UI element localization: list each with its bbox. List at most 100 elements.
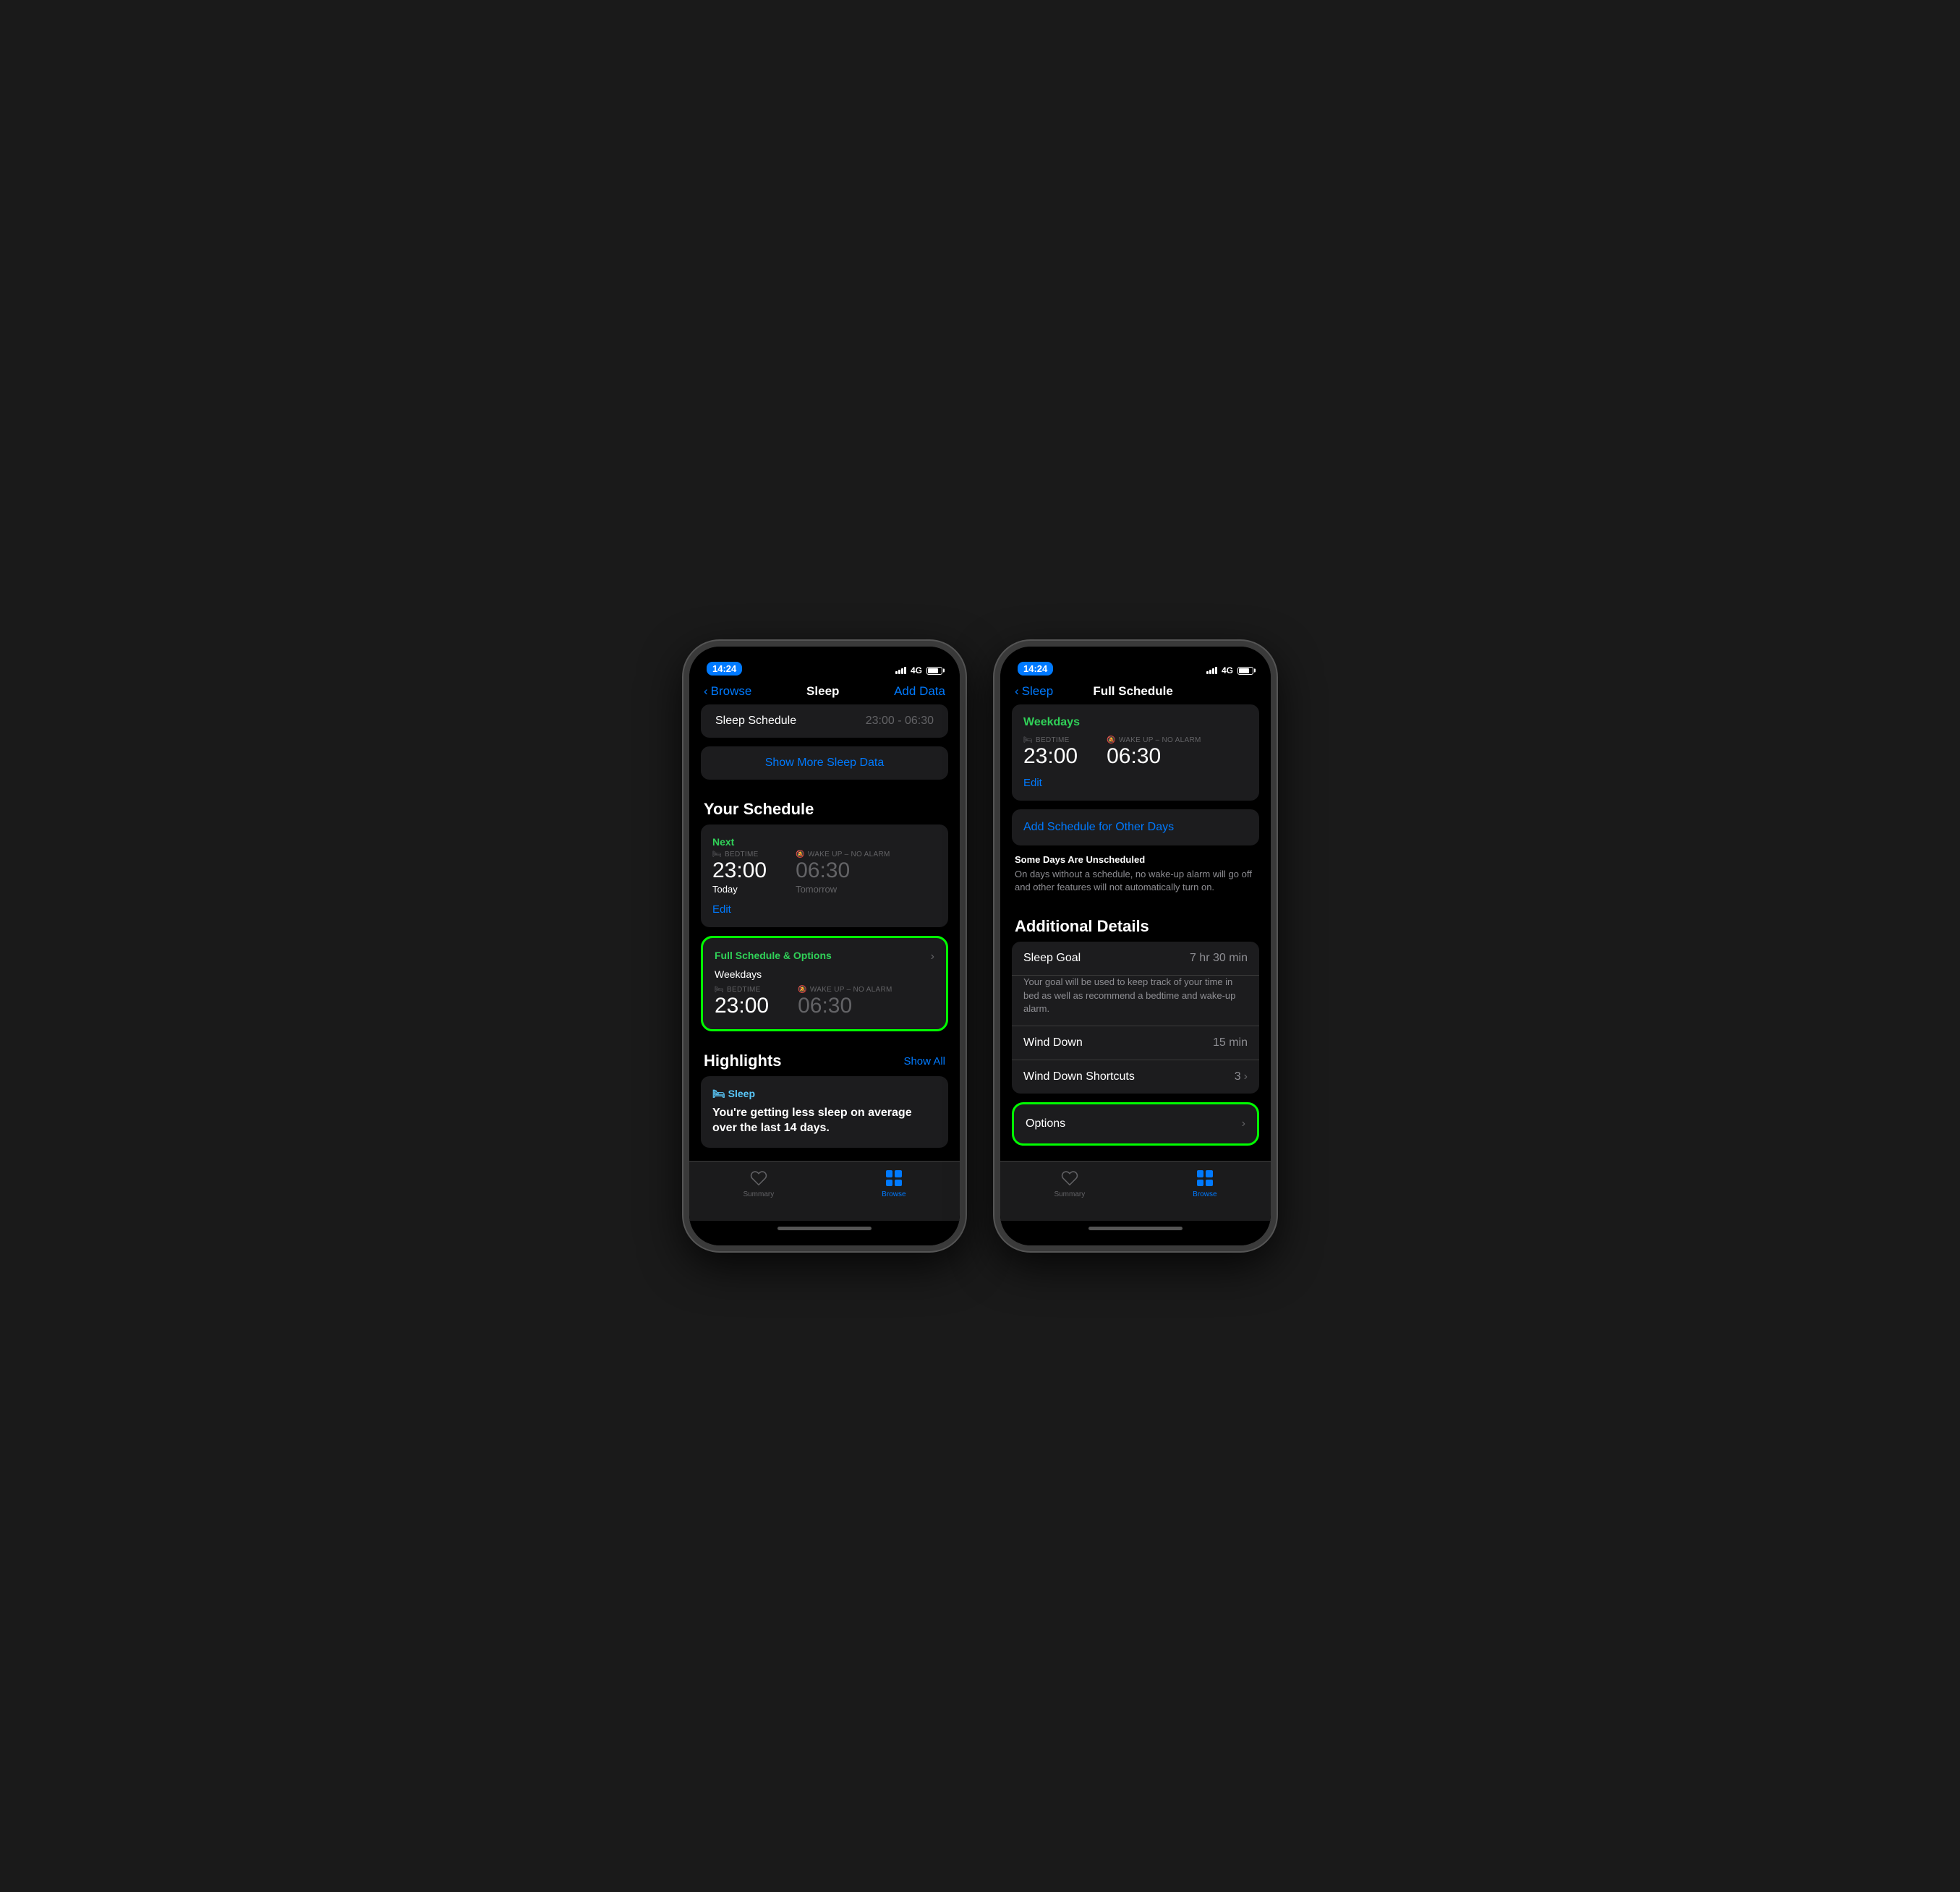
- sleep-highlight-label: 🛏 Sleep: [712, 1088, 937, 1100]
- screen-content-1: Sleep Schedule 23:00 - 06:30 Show More S…: [689, 704, 960, 1161]
- tab-bar-2: Summary Browse: [1000, 1161, 1271, 1221]
- weekdays-card: Weekdays 🛏 BEDTIME 23:00 🔕: [1012, 704, 1259, 801]
- tab-summary-label-2: Summary: [1054, 1190, 1085, 1198]
- alarm-icon-3: 🔕: [1107, 736, 1116, 744]
- sleep-goal-label: Sleep Goal: [1023, 952, 1081, 965]
- bed-icon: 🛏: [712, 851, 722, 858]
- next-bedtime-value: 23:00: [712, 858, 767, 882]
- phone-1: 14:24 4G ‹ B: [683, 641, 966, 1251]
- notch-2: [1081, 647, 1190, 667]
- edit-link-2[interactable]: Edit: [1023, 777, 1248, 789]
- status-right-1: 4G: [895, 665, 942, 676]
- nav-bar-2: ‹ Sleep Full Schedule: [1000, 678, 1271, 704]
- highlights-heading: Highlights: [704, 1052, 782, 1070]
- next-bedtime-label: 🛏 BEDTIME: [712, 851, 767, 858]
- full-schedule-wakeup-value: 06:30: [798, 994, 892, 1018]
- show-all-link[interactable]: Show All: [903, 1055, 945, 1068]
- battery-icon-2: [1237, 667, 1253, 675]
- home-indicator-2: [1000, 1221, 1271, 1245]
- weekdays-bedtime-block: 🛏 BEDTIME 23:00: [1023, 736, 1078, 768]
- tab-browse-1[interactable]: Browse: [882, 1169, 906, 1198]
- next-bedtime-block: 🛏 BEDTIME 23:00 Today: [712, 851, 767, 895]
- unscheduled-note: Some Days Are Unscheduled On days withou…: [1000, 848, 1271, 905]
- wind-down-shortcuts-row[interactable]: Wind Down Shortcuts 3 ›: [1012, 1060, 1259, 1094]
- unscheduled-title: Some Days Are Unscheduled: [1015, 854, 1256, 865]
- wind-down-shortcuts-label: Wind Down Shortcuts: [1023, 1070, 1135, 1083]
- signal-icon: [895, 667, 906, 674]
- nav-bar-1: ‹ Browse Sleep Add Data: [689, 678, 960, 704]
- weekdays-bedtime-value: 23:00: [1023, 744, 1078, 768]
- bed-icon-2: 🛏: [715, 986, 724, 994]
- tab-browse-label-1: Browse: [882, 1190, 906, 1198]
- weekdays-wakeup-label: 🔕 WAKE UP – NO ALARM: [1107, 736, 1201, 744]
- sleep-goal-row[interactable]: Sleep Goal 7 hr 30 min: [1012, 942, 1259, 975]
- carrier-label: 4G: [911, 665, 922, 676]
- edit-link-1[interactable]: Edit: [712, 903, 937, 916]
- tab-summary-2[interactable]: Summary: [1054, 1169, 1085, 1198]
- weekdays-wakeup-block: 🔕 WAKE UP – NO ALARM 06:30: [1107, 736, 1201, 768]
- add-schedule-btn[interactable]: Add Schedule for Other Days: [1012, 809, 1259, 845]
- full-schedule-wakeup-label: 🔕 WAKE UP – NO ALARM: [798, 986, 892, 994]
- browse-partial: Browse: [689, 1156, 960, 1161]
- additional-details-heading: Additional Details: [1000, 905, 1271, 942]
- phone-2: 14:24 4G ‹ S: [994, 641, 1277, 1251]
- next-time-row: 🛏 BEDTIME 23:00 Today 🔕 WAKE UP – NO ALA…: [712, 851, 937, 895]
- sleep-goal-desc: Your goal will be used to keep track of …: [1023, 976, 1248, 1015]
- full-schedule-bedtime-block: 🛏 BEDTIME 23:00: [715, 986, 769, 1018]
- full-schedule-time-row: 🛏 BEDTIME 23:00 🔕 WAKE UP – NO ALARM 06:…: [715, 986, 934, 1018]
- wind-down-value: 15 min: [1213, 1036, 1248, 1049]
- alarm-icon: 🔕: [796, 851, 805, 858]
- options-label: Options: [1026, 1117, 1065, 1130]
- screen-content-2: Weekdays 🛏 BEDTIME 23:00 🔕: [1000, 704, 1271, 1161]
- browse-grid-icon-2: [1196, 1169, 1214, 1188]
- full-schedule-card[interactable]: Full Schedule & Options › Weekdays 🛏 BED…: [701, 936, 948, 1031]
- back-label-2: Sleep: [1022, 684, 1053, 699]
- next-bedtime-sub: Today: [712, 884, 767, 895]
- sleep-highlight-text: You're getting less sleep on average ove…: [712, 1106, 937, 1136]
- sleep-schedule-row[interactable]: Sleep Schedule 23:00 - 06:30: [701, 704, 948, 738]
- unscheduled-text: On days without a schedule, no wake-up a…: [1015, 868, 1256, 894]
- back-button-2[interactable]: ‹ Sleep: [1015, 684, 1053, 699]
- status-right-2: 4G: [1206, 665, 1253, 676]
- weekdays-wakeup-value: 06:30: [1107, 744, 1201, 768]
- heart-icon: [749, 1169, 768, 1188]
- tab-summary-label-1: Summary: [743, 1190, 774, 1198]
- next-wakeup-value: 06:30: [796, 858, 890, 882]
- home-bar-2: [1088, 1227, 1183, 1230]
- full-schedule-wakeup-block: 🔕 WAKE UP – NO ALARM 06:30: [798, 986, 892, 1018]
- back-label-1: Browse: [711, 684, 752, 699]
- next-card: Next 🛏 BEDTIME 23:00 Today �: [701, 824, 948, 927]
- wind-down-shortcuts-value: 3 ›: [1235, 1070, 1248, 1083]
- back-button-1[interactable]: ‹ Browse: [704, 684, 751, 699]
- home-bar-1: [777, 1227, 872, 1230]
- wind-down-row[interactable]: Wind Down 15 min: [1012, 1026, 1259, 1060]
- sleep-schedule-label: Sleep Schedule: [715, 715, 796, 728]
- tab-bar-1: Summary Browse: [689, 1161, 960, 1221]
- status-time-1: 14:24: [707, 662, 742, 676]
- show-more-sleep-btn[interactable]: Show More Sleep Data: [701, 746, 948, 780]
- options-button[interactable]: Options ›: [1012, 1102, 1259, 1146]
- sleep-schedule-value: 23:00 - 06:30: [866, 715, 934, 728]
- weekdays-time-row: 🛏 BEDTIME 23:00 🔕 WAKE UP – NO ALARM 06:…: [1023, 736, 1248, 768]
- battery-icon: [926, 667, 942, 675]
- page-title-2: Full Schedule: [1093, 684, 1173, 699]
- wind-down-label: Wind Down: [1023, 1036, 1083, 1049]
- sleep-bed-icon: 🛏: [712, 1088, 728, 1099]
- heart-icon-2: [1060, 1169, 1079, 1188]
- sleep-highlight-card: 🛏 Sleep You're getting less sleep on ave…: [701, 1076, 948, 1148]
- alarm-icon-2: 🔕: [798, 986, 807, 994]
- browse-grid-icon: [885, 1169, 903, 1188]
- status-time-2: 14:24: [1018, 662, 1053, 676]
- carrier-label-2: 4G: [1222, 665, 1233, 676]
- next-wakeup-block: 🔕 WAKE UP – NO ALARM 06:30 Tomorrow: [796, 851, 890, 895]
- highlights-header: Highlights Show All: [689, 1040, 960, 1076]
- options-chevron-icon: ›: [1242, 1117, 1245, 1130]
- tab-summary-1[interactable]: Summary: [743, 1169, 774, 1198]
- add-data-button[interactable]: Add Data: [894, 684, 945, 699]
- weekdays-bedtime-label: 🛏 BEDTIME: [1023, 736, 1078, 744]
- next-label: Next: [712, 836, 937, 848]
- weekdays-label: Weekdays: [1023, 716, 1248, 729]
- tab-browse-2[interactable]: Browse: [1193, 1169, 1217, 1198]
- chevron-left-icon: ‹: [704, 684, 708, 699]
- chevron-left-icon-2: ‹: [1015, 684, 1019, 699]
